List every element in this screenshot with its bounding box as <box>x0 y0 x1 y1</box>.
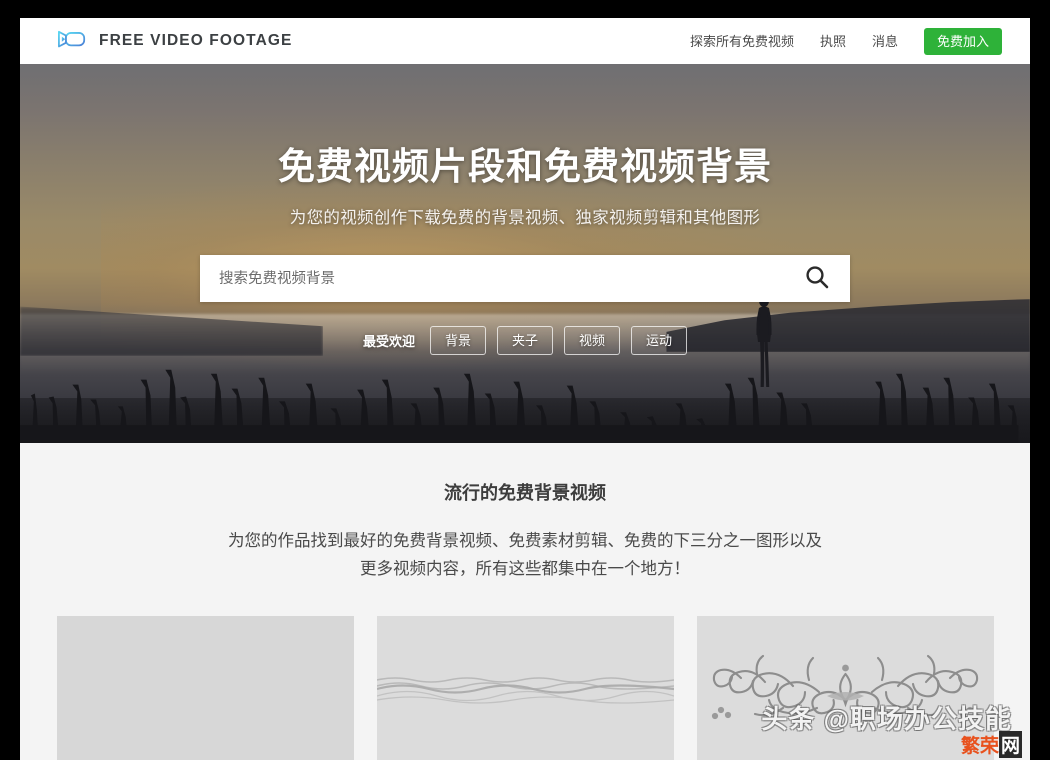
nav-license[interactable]: 执照 <box>820 35 846 48</box>
main-navigation: 探索所有免费视频 执照 消息 免费加入 <box>690 27 1002 55</box>
video-card-ornament[interactable] <box>696 615 994 760</box>
hero-banner: 免费视频片段和免费视频背景 为您的视频创作下载免费的背景视频、独家视频剪辑和其他… <box>20 64 1030 443</box>
tag-motion[interactable]: 运动 <box>631 326 688 355</box>
search-button[interactable] <box>802 264 832 293</box>
video-camera-icon <box>54 30 88 52</box>
join-free-button[interactable]: 免费加入 <box>923 27 1002 55</box>
popular-tags: 最受欢迎 背景 夹子 视频 运动 <box>362 326 688 355</box>
popular-description-line-1: 为您的作品找到最好的免费背景视频、免费素材剪辑、免费的下三分之一图形以及 <box>228 532 822 550</box>
search-bar[interactable] <box>200 255 850 302</box>
video-card-waves[interactable] <box>376 615 674 760</box>
hero-subtitle: 为您的视频创作下载免费的背景视频、独家视频剪辑和其他图形 <box>289 209 761 227</box>
brand-logo[interactable]: FREE VIDEO FOOTAGE <box>54 30 292 52</box>
popular-tags-label: 最受欢迎 <box>362 334 415 349</box>
site-header: FREE VIDEO FOOTAGE 探索所有免费视频 执照 消息 免费加入 <box>20 18 1030 64</box>
search-icon <box>804 264 830 293</box>
nav-news[interactable]: 消息 <box>872 35 898 48</box>
tag-clip[interactable]: 夹子 <box>496 326 553 355</box>
card-art-waves <box>376 615 674 760</box>
video-card-grid <box>20 615 1030 760</box>
search-input[interactable] <box>217 269 802 288</box>
brand-name: FREE VIDEO FOOTAGE <box>99 32 293 49</box>
popular-section-description: 为您的作品找到最好的免费背景视频、免费素材剪辑、免费的下三分之一图形以及 更多视… <box>160 527 890 584</box>
hero-content: 免费视频片段和免费视频背景 为您的视频创作下载免费的背景视频、独家视频剪辑和其他… <box>20 64 1030 443</box>
browser-page: FREE VIDEO FOOTAGE 探索所有免费视频 执照 消息 免费加入 免… <box>20 18 1030 760</box>
hero-title: 免费视频片段和免费视频背景 <box>278 146 772 187</box>
tag-video[interactable]: 视频 <box>564 326 621 355</box>
tag-background[interactable]: 背景 <box>429 326 486 355</box>
popular-section: 流行的免费背景视频 为您的作品找到最好的免费背景视频、免费素材剪辑、免费的下三分… <box>20 443 1030 760</box>
card-art-plain <box>57 616 354 760</box>
video-card-blank[interactable] <box>56 615 354 760</box>
popular-section-title: 流行的免费背景视频 <box>444 483 606 503</box>
screenshot-root: FREE VIDEO FOOTAGE 探索所有免费视频 执照 消息 免费加入 免… <box>0 0 1050 760</box>
card-art-ornament <box>696 615 994 760</box>
nav-explore[interactable]: 探索所有免费视频 <box>690 35 794 48</box>
popular-description-line-2: 更多视频内容，所有这些都集中在一个地方！ <box>360 560 690 579</box>
